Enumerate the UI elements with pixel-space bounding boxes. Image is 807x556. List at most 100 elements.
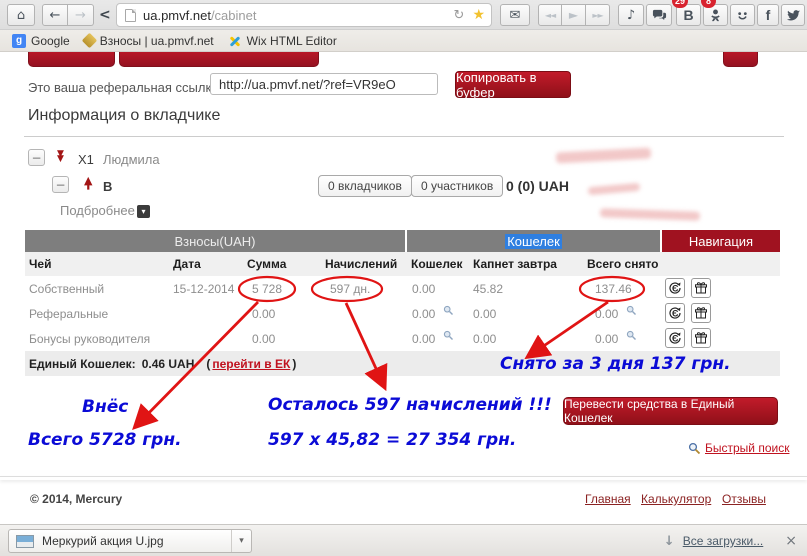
cell-owner: Реферальные bbox=[29, 307, 108, 321]
group-header-wallet: Кошелек bbox=[407, 230, 660, 252]
share-button[interactable]: < bbox=[99, 7, 111, 23]
cell-wallet: 0.00 bbox=[412, 332, 435, 346]
gift-icon-button[interactable] bbox=[691, 303, 711, 323]
currency-transfer-icon: Є bbox=[668, 281, 682, 295]
media-play-button[interactable]: ► bbox=[562, 4, 586, 26]
refresh-icon[interactable]: ↻ bbox=[454, 8, 465, 23]
annotation-withdrawn: Снято за 3 дня 137 грн. bbox=[500, 354, 731, 374]
gift-icon-button[interactable] bbox=[691, 278, 711, 298]
cut-off-button-left[interactable] bbox=[28, 52, 115, 67]
cell-sum: 0.00 bbox=[252, 307, 275, 321]
copy-to-clipboard-button[interactable]: Копировать в буфер bbox=[455, 71, 571, 98]
details-magnifier-icon[interactable] bbox=[626, 330, 637, 341]
col-date: Дата bbox=[173, 257, 201, 271]
rewind-icon: ◄◄ bbox=[545, 11, 555, 20]
downloads-arrow-icon: ↓ bbox=[664, 534, 675, 549]
table-column-headers: Чей Дата Сумма Начислений Кошелек Капнет… bbox=[25, 252, 780, 276]
details-magnifier-icon[interactable] bbox=[626, 305, 637, 316]
group-header-navigation: Навигация bbox=[662, 230, 780, 252]
paren: ( bbox=[206, 357, 210, 371]
svg-text:Є: Є bbox=[672, 309, 679, 319]
moymir-button[interactable] bbox=[730, 4, 755, 26]
details-magnifier-icon[interactable] bbox=[443, 305, 454, 316]
media-forward-button[interactable]: ►► bbox=[586, 4, 610, 26]
forward-button[interactable]: → bbox=[68, 4, 94, 26]
caret-down-icon: ▾ bbox=[239, 536, 244, 546]
collapse-subnode-button[interactable]: − bbox=[52, 176, 69, 193]
annotation-contributed: Внёс bbox=[82, 397, 128, 417]
mail-button[interactable]: ✉ bbox=[500, 4, 530, 26]
vk-icon: B bbox=[683, 7, 693, 23]
cell-sum: 5 728 bbox=[252, 282, 282, 296]
downloaded-file-name: Меркурий акция U.jpg bbox=[42, 534, 231, 548]
chat-button[interactable] bbox=[646, 4, 672, 26]
downloaded-file-item[interactable]: Меркурий акция U.jpg ▾ bbox=[8, 529, 252, 553]
footer-divider bbox=[0, 476, 807, 480]
close-downloads-bar-icon[interactable]: × bbox=[785, 533, 797, 549]
transfer-funds-icon-button[interactable]: Є bbox=[665, 278, 685, 298]
cut-off-button-right[interactable] bbox=[723, 52, 758, 67]
referral-link-input[interactable] bbox=[210, 73, 438, 95]
details-magnifier-icon[interactable] bbox=[443, 330, 454, 341]
gold-favicon bbox=[81, 33, 97, 49]
bookmark-google[interactable]: g Google bbox=[8, 32, 74, 50]
cut-off-button-middle[interactable] bbox=[119, 52, 319, 67]
depositors-count-button[interactable]: 0 вкладчиков bbox=[318, 175, 412, 197]
details-expand-button[interactable]: ▾ bbox=[137, 205, 150, 218]
transfer-funds-icon-button[interactable]: Є bbox=[665, 303, 685, 323]
cell-tomorrow: 45.82 bbox=[473, 282, 503, 296]
annotation-calc: 597 x 45,82 = 27 354 грн. bbox=[268, 430, 516, 450]
annotation-remaining: Осталось 597 начислений !!! bbox=[268, 395, 552, 415]
download-item-menu-button[interactable]: ▾ bbox=[231, 530, 251, 552]
minus-icon: − bbox=[31, 151, 41, 165]
footer-link-calculator[interactable]: Калькулятор bbox=[641, 492, 711, 506]
all-downloads-link[interactable]: Все загрузки... bbox=[683, 534, 764, 548]
group-header-deposits: Взносы(UAH) bbox=[25, 230, 405, 252]
redacted-text bbox=[588, 183, 640, 196]
page-doc-icon bbox=[125, 9, 136, 22]
tree-up-icon: ▲▮ bbox=[84, 178, 92, 189]
back-button[interactable]: ← bbox=[42, 4, 68, 26]
transfer-funds-icon-button[interactable]: Є bbox=[665, 328, 685, 348]
address-bar[interactable]: ua.pmvf.net /cabinet ↻ ★ bbox=[116, 3, 492, 27]
bookmark-wix[interactable]: Wix HTML Editor bbox=[224, 32, 341, 50]
footer-link-reviews[interactable]: Отзывы bbox=[722, 492, 766, 506]
tree-down-icon: ▼▼ bbox=[57, 152, 64, 162]
quick-search-link[interactable]: Быстрый поиск bbox=[705, 441, 789, 455]
bookmark-label: Взносы | ua.pmvf.net bbox=[100, 34, 214, 48]
bookmarks-bar: g Google Взносы | ua.pmvf.net Wix HTML E… bbox=[0, 30, 807, 52]
balance-text: 0 (0) UAH bbox=[506, 178, 569, 194]
gift-icon bbox=[694, 281, 708, 295]
transfer-funds-button[interactable]: Перевести средства в Единый Кошелек bbox=[563, 397, 778, 425]
home-button[interactable]: ⌂ bbox=[7, 4, 35, 26]
play-icon: ► bbox=[569, 8, 578, 22]
details-link[interactable]: Подбробнее bbox=[60, 203, 135, 218]
footer-link-home[interactable]: Главная bbox=[585, 492, 631, 506]
chat-bubbles-icon bbox=[652, 8, 667, 23]
bookmark-vznosy[interactable]: Взносы | ua.pmvf.net bbox=[80, 32, 218, 50]
annotation-total: Всего 5728 грн. bbox=[28, 430, 182, 450]
col-wallet: Кошелек bbox=[411, 257, 462, 271]
facebook-button[interactable]: f bbox=[757, 4, 779, 26]
smiley-icon bbox=[735, 8, 750, 23]
wix-favicon bbox=[228, 34, 242, 48]
media-rewind-button[interactable]: ◄◄ bbox=[538, 4, 562, 26]
members-count-button[interactable]: 0 участников bbox=[411, 175, 503, 197]
twitter-button[interactable] bbox=[781, 4, 805, 26]
home-icon: ⌂ bbox=[17, 8, 25, 23]
quick-search[interactable]: Быстрый поиск bbox=[688, 441, 789, 455]
tree-node-code: X1 bbox=[78, 152, 94, 167]
tree-node-name: Людмила bbox=[103, 152, 160, 167]
bookmark-star-icon[interactable]: ★ bbox=[472, 7, 485, 23]
back-icon: ← bbox=[50, 8, 61, 23]
goto-ek-link[interactable]: перейти в ЕК bbox=[212, 357, 290, 371]
browser-window: ⌂ ← → < ua.pmvf.net /cabinet ↻ ★ ✉ ◄◄ ► … bbox=[0, 0, 807, 556]
collapse-node-button[interactable]: − bbox=[28, 149, 45, 166]
odnoklassniki-icon bbox=[708, 8, 723, 23]
redacted-text bbox=[556, 148, 651, 164]
share-icon: < bbox=[99, 7, 111, 23]
cell-tomorrow: 0.00 bbox=[473, 307, 496, 321]
gift-icon-button[interactable] bbox=[691, 328, 711, 348]
music-button[interactable]: ♪ bbox=[618, 4, 644, 26]
bookmark-label: Google bbox=[31, 34, 70, 48]
